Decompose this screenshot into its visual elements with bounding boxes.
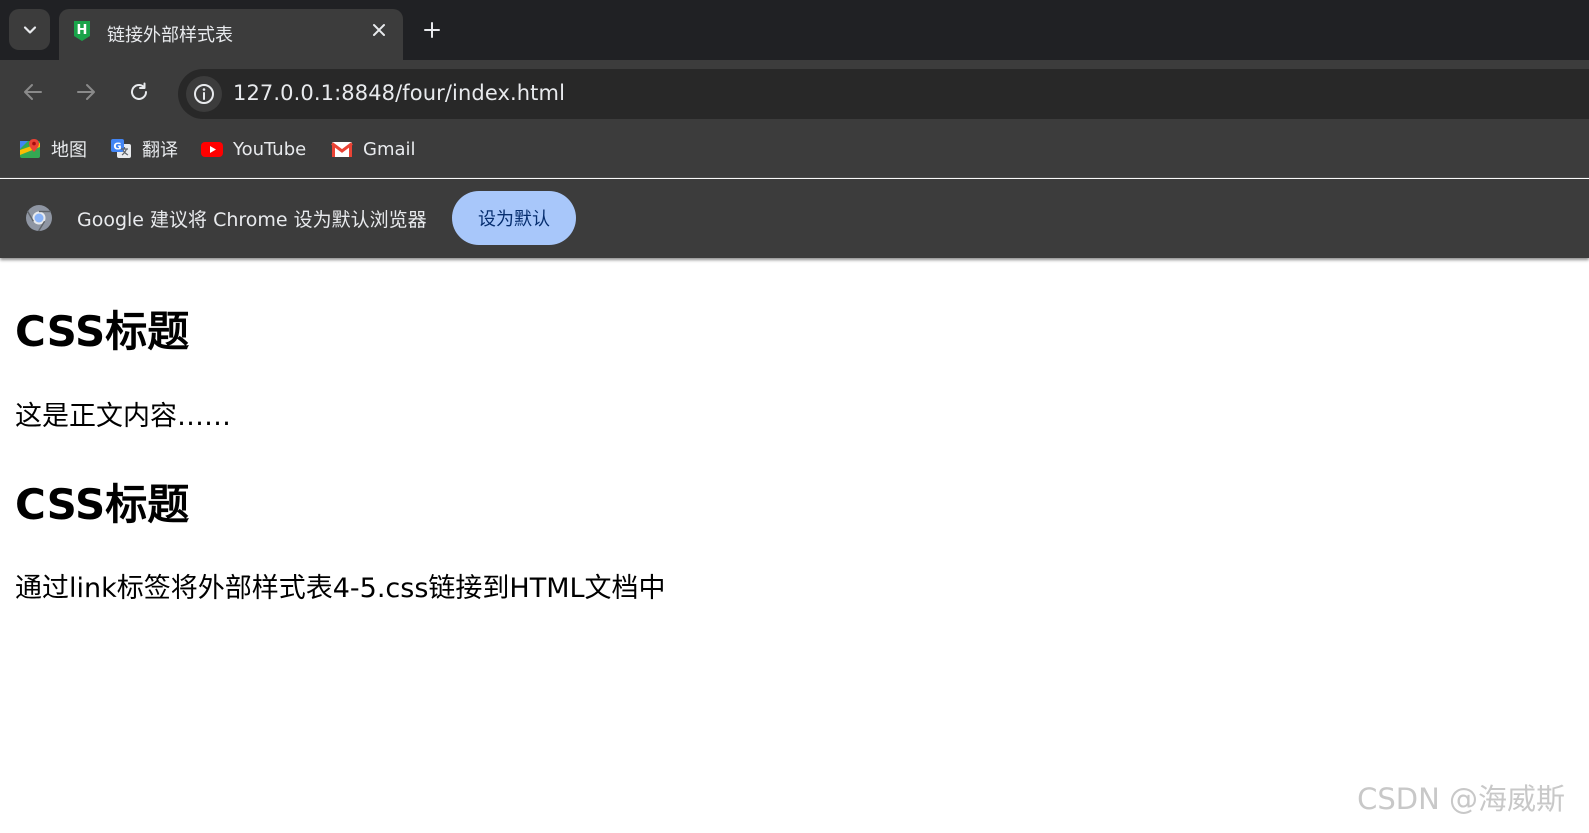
tab-close-button[interactable] — [367, 18, 391, 42]
plus-icon — [424, 22, 440, 38]
address-bar[interactable]: 127.0.0.1:8848/four/index.html — [178, 69, 1589, 119]
page-paragraph-2: 通过link标签将外部样式表4-5.css链接到HTML文档中 — [15, 573, 666, 604]
info-icon — [194, 84, 214, 104]
bookmark-translate[interactable]: G 翻译 — [110, 136, 178, 162]
youtube-icon — [201, 138, 223, 160]
new-tab-button[interactable] — [419, 17, 445, 43]
maps-icon — [19, 138, 41, 160]
set-default-button[interactable]: 设为默认 — [452, 191, 576, 245]
tab-search-button[interactable] — [9, 9, 50, 50]
reload-icon — [131, 82, 147, 100]
favicon-letter: H — [77, 23, 88, 38]
bookmark-label: YouTube — [233, 138, 307, 160]
reload-button[interactable] — [125, 78, 153, 106]
tab-active[interactable]: H 链接外部样式表 — [59, 9, 403, 60]
site-info-button[interactable] — [186, 76, 222, 112]
page-heading-1: CSS标题 — [15, 307, 190, 356]
default-browser-infobar: Google 建议将 Chrome 设为默认浏览器 设为默认 — [0, 179, 1589, 258]
hbuilder-favicon-icon: H — [73, 20, 91, 42]
url-text[interactable]: 127.0.0.1:8848/four/index.html — [233, 81, 565, 105]
bookmark-label: 地图 — [51, 140, 87, 161]
bookmark-youtube[interactable]: YouTube — [201, 136, 306, 162]
bookmark-label: 翻译 — [142, 140, 178, 161]
bookmark-label: Gmail — [363, 138, 416, 160]
gmail-icon — [331, 138, 353, 160]
back-button[interactable] — [19, 78, 47, 106]
arrow-left-icon — [24, 84, 42, 100]
bookmark-gmail[interactable]: Gmail — [331, 136, 416, 162]
chevron-down-icon — [23, 25, 36, 34]
browser-toolbar: 127.0.0.1:8848/four/index.html — [0, 60, 1589, 120]
bookmarks-bar: 地图 G 翻译 YouTube Gmail — [0, 120, 1589, 178]
chrome-logo-icon — [25, 204, 53, 232]
page-paragraph-1: 这是正文内容…… — [15, 401, 231, 432]
csdn-watermark: CSDN @海威斯 — [1357, 782, 1565, 816]
svg-text:G: G — [113, 142, 121, 153]
bookmark-maps[interactable]: 地图 — [19, 136, 87, 162]
arrow-right-icon — [77, 84, 95, 100]
infobar-message: Google 建议将 Chrome 设为默认浏览器 — [77, 209, 427, 231]
tab-title: 链接外部样式表 — [107, 25, 233, 46]
forward-button[interactable] — [72, 78, 100, 106]
tab-strip: H 链接外部样式表 — [0, 0, 1589, 60]
page-heading-2: CSS标题 — [15, 480, 190, 529]
translate-icon: G — [110, 138, 132, 160]
close-icon — [373, 24, 385, 36]
